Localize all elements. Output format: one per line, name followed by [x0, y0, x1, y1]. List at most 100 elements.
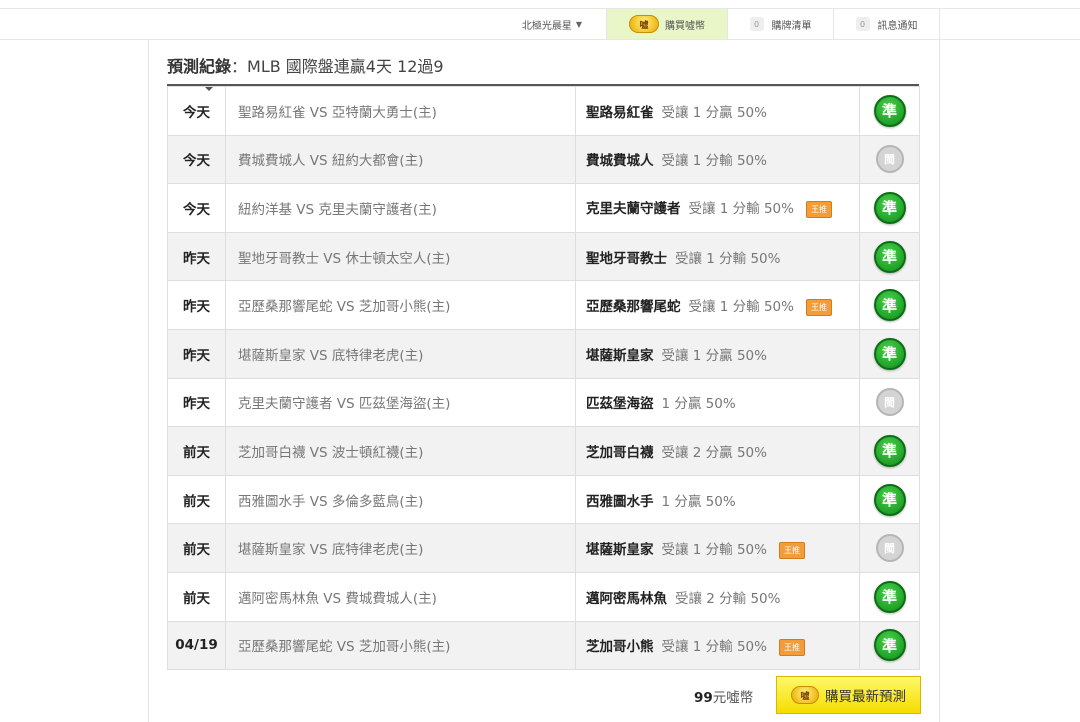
row-match: 費城費城人 VS 紐約大都會(主) — [225, 134, 576, 185]
row-day: 昨天 — [167, 231, 226, 282]
purchase-list-count: 0 — [749, 17, 764, 31]
pick-line: 1 分贏 50% — [661, 493, 736, 510]
pick-team: 堪薩斯皇家 — [586, 347, 654, 364]
pick-line: 受讓 1 分輸 50% — [661, 153, 767, 170]
win-result-icon: 準 — [873, 94, 906, 127]
row-match: 克里夫蘭守護者 VS 匹茲堡海盜(主) — [225, 377, 576, 428]
row-match: 西雅圖水手 VS 多倫多藍鳥(主) — [225, 474, 576, 525]
row-day: 今天 — [167, 134, 226, 185]
pick-team: 費城費城人 — [586, 153, 654, 170]
table-row: 前天 邁阿密馬林魚 VS 費城費城人(主) 邁阿密馬林魚 受讓 2 分輸 50% 準 — [167, 571, 920, 622]
user-menu[interactable]: 北極光晨星 ▼ — [498, 9, 606, 39]
pick-line: 1 分贏 50% — [661, 396, 736, 413]
table-row: 前天 西雅圖水手 VS 多倫多藍鳥(主) 西雅圖水手 1 分贏 50% 準 — [167, 474, 920, 525]
row-day: 前天 — [167, 474, 226, 525]
row-pick: 亞歷桑那響尾蛇 受讓 1 分輸 50% 王推 — [575, 280, 860, 330]
king-pick-badge: 王推 — [778, 638, 805, 656]
row-result: 閩 — [859, 134, 920, 185]
miss-result-icon: 閩 — [875, 145, 904, 174]
table-row: 今天 聖路易紅雀 VS 亞特蘭大勇士(主) 聖路易紅雀 受讓 1 分贏 50% 準 — [167, 86, 920, 136]
pick-team: 克里夫蘭守護者 — [586, 201, 681, 218]
row-pick: 匹茲堡海盜 1 分贏 50% — [575, 377, 860, 428]
purchase-list-link[interactable]: 0 購牌清單 — [728, 9, 834, 39]
row-match: 邁阿密馬林魚 VS 費城費城人(主) — [225, 571, 576, 622]
row-pick: 費城費城人 受讓 1 分輸 50% — [575, 134, 860, 185]
notifications-link[interactable]: 0 訊息通知 — [834, 9, 940, 39]
caret-down-icon: ▼ — [575, 19, 583, 29]
table-row: 今天 紐約洋基 VS 克里夫蘭守護者(主) 克里夫蘭守護者 受讓 1 分輸 50% 王推… — [167, 183, 920, 233]
row-result: 閩 — [859, 377, 920, 428]
row-result: 準 — [859, 231, 920, 282]
win-result-icon: 準 — [873, 289, 906, 322]
row-day: 前天 — [167, 571, 226, 622]
king-pick-badge: 王推 — [805, 298, 832, 316]
king-pick-badge: 王推 — [805, 201, 832, 219]
row-match: 亞歷桑那響尾蛇 VS 芝加哥小熊(主) — [225, 620, 576, 671]
table-row: 前天 芝加哥白襪 VS 波士頓紅襪(主) 芝加哥白襪 受讓 2 分贏 50% 準 — [167, 426, 920, 476]
pick-line: 受讓 1 分贏 50% — [661, 104, 767, 121]
page-title: 預測紀錄：MLB 國際盤連贏4天 12過9 — [167, 53, 444, 77]
row-result: 準 — [859, 474, 920, 525]
win-result-icon: 準 — [873, 191, 906, 224]
miss-result-icon: 閩 — [875, 534, 904, 563]
coin-icon: 噓 — [791, 686, 819, 704]
user-name: 北極光晨星 — [521, 20, 572, 32]
row-pick: 堪薩斯皇家 受讓 1 分贏 50% — [575, 328, 860, 379]
row-match: 聖路易紅雀 VS 亞特蘭大勇士(主) — [225, 86, 576, 136]
row-day: 昨天 — [167, 377, 226, 428]
purchase-footer: 99元噓幣 噓 購買最新預測 — [149, 674, 941, 714]
buy-coin-button[interactable]: 噓 購買噓幣 — [606, 9, 728, 39]
top-nav: 北極光晨星 ▼ 噓 購買噓幣 0 購牌清單 0 訊息通知 — [498, 9, 940, 39]
miss-result-icon: 閩 — [875, 388, 904, 417]
prediction-panel: 預測紀錄：MLB 國際盤連贏4天 12過9 今天 聖路易紅雀 VS 亞特蘭大勇士(… — [148, 40, 940, 722]
row-match: 聖地牙哥教士 VS 休士頓太空人(主) — [225, 231, 576, 282]
win-result-icon: 準 — [873, 337, 906, 370]
pick-team: 亞歷桑那響尾蛇 — [586, 298, 681, 315]
pick-line: 受讓 1 分輸 50% — [688, 298, 794, 315]
title-bold: 預測紀錄 — [167, 57, 232, 76]
row-pick: 聖地牙哥教士 受讓 1 分輸 50% — [575, 231, 860, 282]
price-unit: 元噓幣 — [712, 690, 754, 706]
pick-team: 芝加哥白襪 — [586, 444, 654, 461]
row-day: 昨天 — [167, 328, 226, 379]
price: 99元噓幣 — [694, 686, 753, 706]
pick-line: 受讓 2 分贏 50% — [661, 444, 767, 461]
pick-team: 芝加哥小熊 — [586, 638, 654, 655]
purchase-list-label: 購牌清單 — [771, 20, 812, 32]
row-pick: 堪薩斯皇家 受讓 1 分輸 50% 王推 — [575, 523, 860, 573]
pick-line: 受讓 1 分輸 50% — [675, 250, 781, 267]
win-result-icon: 準 — [873, 434, 906, 467]
table-row: 昨天 亞歷桑那響尾蛇 VS 芝加哥小熊(主) 亞歷桑那響尾蛇 受讓 1 分輸 50% 王… — [167, 280, 920, 330]
win-result-icon: 準 — [873, 240, 906, 273]
table-row: 昨天 聖地牙哥教士 VS 休士頓太空人(主) 聖地牙哥教士 受讓 1 分輸 50% 準 — [167, 231, 920, 282]
table-row: 昨天 堪薩斯皇家 VS 底特律老虎(主) 堪薩斯皇家 受讓 1 分贏 50% 準 — [167, 328, 920, 379]
row-result: 準 — [859, 571, 920, 622]
row-result: 準 — [859, 280, 920, 330]
king-pick-badge: 王推 — [778, 541, 805, 559]
row-match: 堪薩斯皇家 VS 底特律老虎(主) — [225, 328, 576, 379]
row-result: 準 — [859, 183, 920, 233]
pick-line: 受讓 1 分贏 50% — [661, 347, 767, 364]
row-match: 堪薩斯皇家 VS 底特律老虎(主) — [225, 523, 576, 573]
row-match: 紐約洋基 VS 克里夫蘭守護者(主) — [225, 183, 576, 233]
buy-coin-label: 購買噓幣 — [665, 20, 705, 32]
row-day: 前天 — [167, 426, 226, 476]
table-row: 昨天 克里夫蘭守護者 VS 匹茲堡海盜(主) 匹茲堡海盜 1 分贏 50% 閩 — [167, 377, 920, 428]
win-result-icon: 準 — [873, 483, 906, 516]
row-match: 亞歷桑那響尾蛇 VS 芝加哥小熊(主) — [225, 280, 576, 330]
buy-latest-prediction-button[interactable]: 噓 購買最新預測 — [776, 676, 921, 714]
coin-icon: 噓 — [629, 15, 659, 33]
row-result: 準 — [859, 426, 920, 476]
row-day: 昨天 — [167, 280, 226, 330]
table-row: 前天 堪薩斯皇家 VS 底特律老虎(主) 堪薩斯皇家 受讓 1 分輸 50% 王推 閩 — [167, 523, 920, 573]
table-row: 今天 費城費城人 VS 紐約大都會(主) 費城費城人 受讓 1 分輸 50% 閩 — [167, 134, 920, 185]
row-result: 準 — [859, 328, 920, 379]
pick-line: 受讓 2 分輸 50% — [675, 590, 781, 607]
pick-line: 受讓 1 分輸 50% — [688, 201, 794, 218]
row-day: 今天 — [167, 183, 226, 233]
win-result-icon: 準 — [873, 580, 906, 613]
row-day: 今天 — [167, 86, 226, 136]
pick-team: 聖地牙哥教士 — [586, 250, 667, 267]
title-rest: ：MLB 國際盤連贏4天 12過9 — [231, 57, 444, 76]
notifications-label: 訊息通知 — [877, 20, 918, 32]
